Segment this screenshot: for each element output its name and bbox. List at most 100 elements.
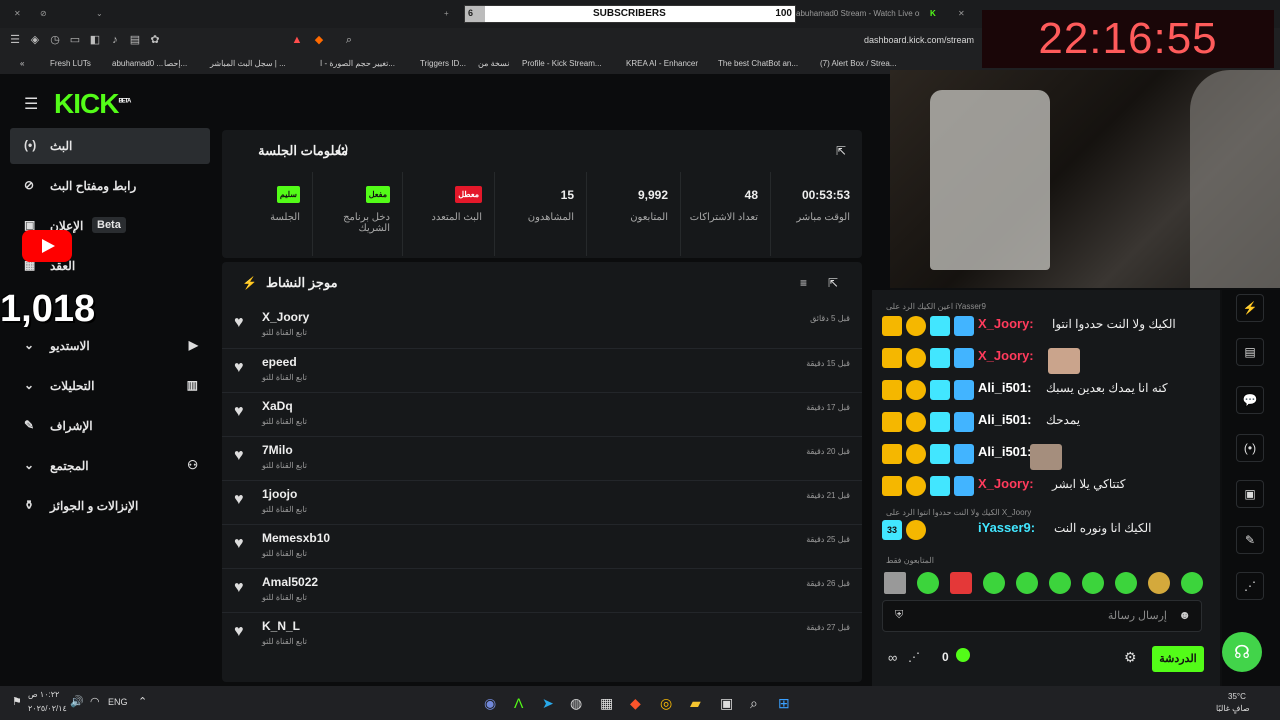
extensions-icon[interactable]: ✿: [148, 33, 162, 47]
app-icon[interactable]: Λ: [514, 695, 523, 711]
settings-gear-icon[interactable]: ⚙: [1124, 649, 1137, 666]
follower-name[interactable]: 7Milo: [262, 443, 293, 457]
tab-close-icon[interactable]: ✕: [14, 4, 26, 24]
kick-logo[interactable]: KICKBETA: [54, 88, 131, 120]
chat-username[interactable]: Ali_i501:: [978, 380, 1031, 395]
follower-name[interactable]: Memesxb10: [262, 531, 330, 545]
filter-icon[interactable]: ≡: [800, 276, 807, 290]
emote-icon[interactable]: [1016, 572, 1038, 594]
steam-icon[interactable]: ◍: [570, 695, 582, 712]
headset-icon[interactable]: ☊: [1222, 632, 1262, 672]
emote-icon[interactable]: [917, 572, 939, 594]
bookmark-item[interactable]: تغيير حجم الصورة - ا...: [320, 59, 395, 68]
follower-name[interactable]: K_N_L: [262, 619, 300, 633]
sidebar-item-community[interactable]: ⌄ المجتمع ⚇: [10, 448, 210, 484]
emote-icon[interactable]: [983, 572, 1005, 594]
emote-icon[interactable]: [1181, 572, 1203, 594]
follow-time: قبل 5 دقائق: [810, 314, 850, 323]
notification-icon[interactable]: ⚑: [12, 695, 22, 708]
popout-icon[interactable]: ⇱: [828, 276, 838, 290]
search-icon[interactable]: ⌕: [342, 33, 356, 47]
bookmark-item[interactable]: نسخة من: [478, 59, 509, 68]
follower-name[interactable]: 1joojo: [262, 487, 297, 501]
chevron-up-icon[interactable]: ⌃: [138, 695, 147, 708]
bookmark-item[interactable]: Profile - Kick Stream...: [522, 59, 602, 68]
bookmark-item[interactable]: abuhamad0 ...: [112, 59, 163, 68]
hamburger-menu-icon[interactable]: ☰: [24, 94, 38, 114]
tabs-icon[interactable]: ▭: [68, 33, 82, 47]
sidebar-item-studio[interactable]: ⌄ الاستديو ▶: [10, 328, 210, 364]
shield-icon[interactable]: ⛨: [895, 609, 903, 622]
bookmarks-collapse-icon[interactable]: «: [20, 59, 24, 68]
chat-bubble-icon[interactable]: 💬: [1236, 386, 1264, 414]
share-icon[interactable]: ⋰: [908, 650, 920, 664]
discord-icon[interactable]: ◉: [484, 695, 496, 712]
chat-input-placeholder: إرسال رسالة: [1107, 610, 1167, 622]
chat-username[interactable]: iYasser9:: [978, 520, 1035, 535]
follower-name[interactable]: X_Joory: [262, 310, 309, 324]
player-icon[interactable]: ▤: [128, 33, 142, 47]
store-icon[interactable]: ▦: [600, 695, 613, 712]
bookmark-item[interactable]: سجل البث المباشر | ...: [210, 59, 286, 68]
sidebar-icon[interactable]: ◧: [88, 33, 102, 47]
language-indicator[interactable]: ENG: [108, 697, 128, 707]
history-icon[interactable]: ◷: [48, 33, 62, 47]
popout-icon[interactable]: ⇱: [836, 144, 846, 158]
chat-username[interactable]: X_Joory:: [978, 348, 1034, 363]
shield-icon[interactable]: ◈: [28, 33, 42, 47]
bookmark-item[interactable]: Triggers ID...: [420, 59, 466, 68]
bolt-icon[interactable]: ⚡: [1236, 294, 1264, 322]
tab-dropdown-icon[interactable]: ⌄: [96, 4, 108, 24]
infinity-icon[interactable]: ∞: [888, 650, 897, 665]
menu-icon[interactable]: ☰: [8, 33, 22, 47]
address-bar[interactable]: dashboard.kick.com/stream: [864, 35, 974, 45]
brave-browser-icon[interactable]: ◆: [630, 695, 641, 712]
emote-icon[interactable]: [1082, 572, 1104, 594]
bookmark-item[interactable]: The best ChatBot an...: [718, 59, 798, 68]
document-icon[interactable]: ▤: [1236, 338, 1264, 366]
tab-kick-stream[interactable]: abuhamad0 Stream - Watch Live on: [796, 4, 920, 24]
music-icon[interactable]: ♪: [108, 33, 122, 47]
broadcast-icon[interactable]: (•): [1236, 434, 1264, 462]
follower-name[interactable]: XaDq: [262, 399, 293, 413]
tab-icon[interactable]: ⊘: [40, 4, 52, 24]
camera-icon[interactable]: ▣: [1236, 480, 1264, 508]
new-tab-icon[interactable]: +: [444, 4, 456, 24]
emote-icon[interactable]: [884, 572, 906, 594]
wifi-icon[interactable]: ◠: [90, 695, 100, 708]
bookmark-item[interactable]: Fresh LUTs: [50, 59, 91, 68]
file-explorer-icon[interactable]: ▰: [690, 695, 701, 712]
sidebar-item-drops[interactable]: ⚱ الإنزالات و الجوائز: [10, 488, 210, 524]
brave-shield-icon[interactable]: ◆: [312, 33, 326, 47]
chat-username[interactable]: X_Joory:: [978, 316, 1034, 331]
chat-username[interactable]: Ali_i501:: [978, 444, 1031, 459]
search-icon[interactable]: ⌕: [750, 695, 758, 712]
sidebar-item-stream[interactable]: (•) البث: [10, 128, 210, 164]
brave-rewards-icon[interactable]: ▲: [290, 33, 304, 47]
follower-name[interactable]: epeed: [262, 355, 297, 369]
volume-icon[interactable]: 🔊: [70, 695, 84, 708]
windows-start-icon[interactable]: ⊞: [778, 695, 790, 712]
follower-name[interactable]: Amal5022: [262, 575, 318, 589]
sidebar-item-stream-key[interactable]: ⊘ رابط ومفتاح البث: [10, 168, 210, 204]
chat-input[interactable]: ⛨ إرسال رسالة ☻: [882, 600, 1202, 632]
bookmark-item[interactable]: (7) Alert Box / Strea...: [820, 59, 896, 68]
task-view-icon[interactable]: ▣: [720, 695, 733, 712]
wrench-icon[interactable]: ✎: [1236, 526, 1264, 554]
emote-icon[interactable]: [1115, 572, 1137, 594]
sidebar-item-analytics[interactable]: ⌄ التحليلات ▥: [10, 368, 210, 404]
share-icon[interactable]: ⋰: [1236, 572, 1264, 600]
emote-icon[interactable]: [1148, 572, 1170, 594]
chat-send-button[interactable]: الدردشة: [1152, 646, 1204, 672]
sidebar-item-moderation[interactable]: ✎ الإشراف: [10, 408, 210, 444]
telegram-icon[interactable]: ➤: [542, 695, 554, 712]
emote-icon[interactable]: [1049, 572, 1071, 594]
emoji-icon[interactable]: ☻: [1178, 608, 1191, 622]
bookmark-item[interactable]: KREA AI - Enhancer: [626, 59, 698, 68]
chrome-icon[interactable]: ◎: [660, 695, 672, 712]
chat-username[interactable]: X_Joory:: [978, 476, 1034, 491]
emote-icon[interactable]: [950, 572, 972, 594]
chat-username[interactable]: Ali_i501:: [978, 412, 1031, 427]
bookmark-item[interactable]: إحصا...: [164, 59, 187, 68]
tab-close-icon[interactable]: ✕: [958, 4, 970, 24]
